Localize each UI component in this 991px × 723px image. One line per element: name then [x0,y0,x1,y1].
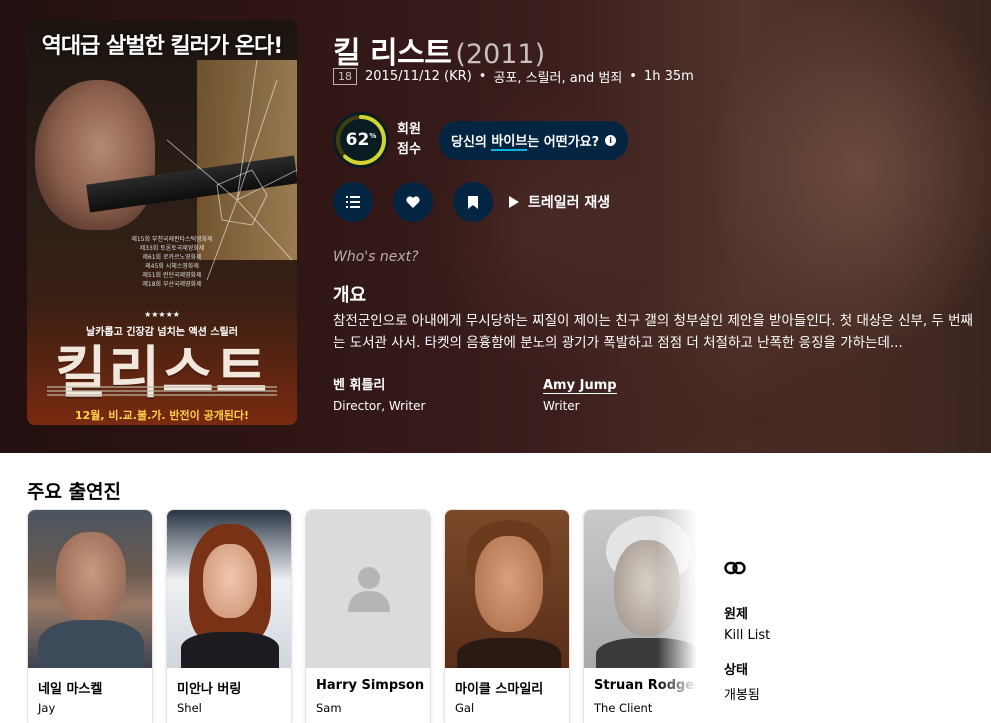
movie-header: 역대급 살벌한 킬러가 온다! 제15회 부천국제판타스틱영화제 제33회 토론… [0,0,991,453]
cast-photo-placeholder[interactable] [306,510,430,668]
cast-name[interactable]: 미안나 버링 [177,678,241,697]
scroll-fade [657,509,697,723]
crew-name[interactable]: Amy Jump [543,378,617,394]
separator-dot: • [629,69,637,84]
crew-role: Director, Writer [333,399,426,413]
person-placeholder-icon [348,567,390,612]
cast-character: Shel [177,701,202,715]
certification-badge: 18 [333,68,357,85]
status-label: 상태 [724,663,748,678]
play-icon [509,196,519,208]
poster-stars: ★★★★★ [144,310,180,319]
cast-card[interactable]: 마이클 스마일리 Gal [444,509,570,723]
crew-role: Writer [543,399,580,413]
list-icon [346,196,360,208]
movie-poster[interactable]: 역대급 살벌한 킬러가 온다! 제15회 부천국제판타스틱영화제 제33회 토론… [27,20,297,425]
cast-name[interactable]: Harry Simpson [316,678,424,693]
crew-item: Amy Jump Writer [543,374,617,413]
watchlist-button[interactable] [453,182,493,222]
whos-next-label: Who's next? [333,249,419,265]
cast-character: The Client [594,701,653,715]
user-score-value: 62 [345,130,370,150]
heart-icon [406,196,420,208]
crew-item: 벤 휘틀리 Director, Writer [333,374,425,413]
homepage-link-icon[interactable] [724,560,770,579]
release-year: (2011) [455,39,546,70]
cast-heading: 주요 출연진 [27,481,122,503]
cast-photo[interactable] [167,510,291,668]
movie-title-row: 킬 리스트 (2011) [333,28,545,72]
percent-sign: % [369,132,377,140]
cast-character: Sam [316,701,342,715]
genres[interactable]: 공포, 스릴러, and 범죄 [493,67,622,86]
cast-name[interactable]: 네일 마스켈 [38,678,102,697]
user-score-label: 회원 점수 [397,122,421,157]
poster-headline: 역대급 살벌한 킬러가 온다! [41,34,284,59]
original-title-label: 원제 [724,607,748,622]
play-trailer-button[interactable]: 트레일러 재생 [509,192,610,212]
user-score-ring[interactable]: 62% [333,112,389,168]
favorite-button[interactable] [393,182,433,222]
add-to-list-button[interactable] [333,182,373,222]
status-value: 개봉됨 [724,688,760,703]
release-date: 2015/11/12 (KR) [365,69,472,84]
original-title-value: Kill List [724,628,771,643]
cast-scroller[interactable]: 네일 마스켈 Jay 미안나 버링 Shel Harry Simpson Sam… [27,509,697,723]
facts-sidebar: 원제 Kill List 상태 개봉됨 [724,560,770,719]
overview-heading: 개요 [333,285,367,306]
cast-character: Gal [455,701,475,715]
user-score-block: 62% 회원 점수 당신의 바이브 는 어떤가요? i [333,112,629,168]
movie-facts: 18 2015/11/12 (KR) • 공포, 스릴러, and 범죄 • 1… [333,67,694,86]
cast-name[interactable]: 마이클 스마일리 [455,678,543,697]
separator-dot: • [478,69,487,84]
info-icon: i [605,134,617,146]
runtime: 1h 35m [643,69,694,84]
vibe-highlight: 바이브 [491,130,528,151]
cast-card[interactable]: Harry Simpson Sam [305,509,431,723]
movie-title[interactable]: 킬 리스트 [333,36,452,71]
poster-release-line: 12월, 비.교.불.가. 반전이 공개된다! [74,409,250,422]
cast-photo[interactable] [445,510,569,668]
bookmark-icon [468,195,478,209]
crew-name[interactable]: 벤 휘틀리 [333,378,385,393]
cast-card[interactable]: 네일 마스켈 Jay [27,509,153,723]
poster-awards: 제15회 부천국제판타스틱영화제 제33회 토론토국제영화제 제61회 로카르노… [131,236,213,288]
overview-text: 참전군인으로 아내에게 무시당하는 찌질이 제이는 친구 갤의 청부살인 제안을… [333,313,973,351]
cast-photo[interactable] [28,510,152,668]
poster-credits [47,380,277,402]
cast-character: Jay [38,701,56,715]
action-bar: 트레일러 재생 [333,182,610,222]
vibe-button[interactable]: 당신의 바이브 는 어떤가요? i [439,120,629,160]
cast-card[interactable]: 미안나 버링 Shel [166,509,292,723]
